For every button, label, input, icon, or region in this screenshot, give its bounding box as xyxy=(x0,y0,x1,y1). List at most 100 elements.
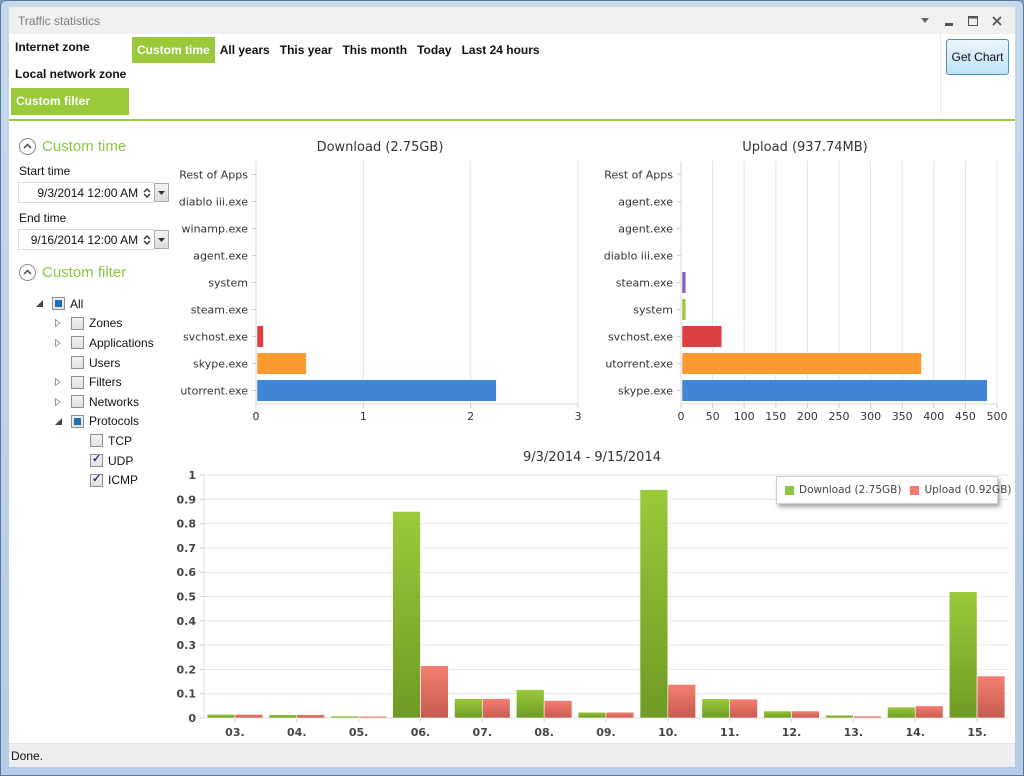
y-tick-label: agent.exe xyxy=(618,196,673,209)
y-tick-label: 0.7 xyxy=(177,542,197,555)
y-tick-label: utorrent.exe xyxy=(605,358,673,371)
upload-bar-09[interactable] xyxy=(605,711,635,719)
y-tick-label: skype.exe xyxy=(618,385,673,398)
charts-canvas: Download (2.75GB) 0 1 2 3 Rest of Apps diablo … xyxy=(177,140,1008,739)
menu-dropdown-button[interactable] xyxy=(913,10,937,32)
y-tick-label: diablo iii.exe xyxy=(179,196,248,209)
x-tick-label: 04. xyxy=(287,726,307,739)
upload-bar-05[interactable] xyxy=(358,715,387,719)
upload-bar-14[interactable] xyxy=(914,705,944,719)
x-tick-label: 150 xyxy=(765,410,786,423)
y-tick-label: svchost.exe xyxy=(608,331,673,344)
upload-bar-08[interactable] xyxy=(543,700,573,719)
y-tick-label: 0.3 xyxy=(177,639,197,652)
upload-bar-13[interactable] xyxy=(853,715,882,719)
legend-swatch-download xyxy=(785,485,794,495)
upload-bar-10[interactable] xyxy=(667,684,696,719)
x-tick-label: 50 xyxy=(706,410,720,423)
y-tick-label: winamp.exe xyxy=(182,223,249,236)
download-bar-06[interactable] xyxy=(392,511,421,719)
bar-skype.exe[interactable] xyxy=(681,379,988,402)
bar-utorrent.exe[interactable] xyxy=(256,379,497,402)
y-tick-label: Rest of Apps xyxy=(604,169,673,182)
upload-bar-03[interactable] xyxy=(234,714,264,719)
x-tick-label: 11. xyxy=(720,726,740,739)
x-tick-label: 0 xyxy=(253,410,260,423)
legend-item-upload[interactable]: Upload (0.92GB) xyxy=(910,484,1012,496)
y-tick-label: agent.exe xyxy=(618,223,673,236)
x-tick-label: 14. xyxy=(905,726,925,739)
upload-bar-15[interactable] xyxy=(976,675,1006,719)
maximize-button[interactable] xyxy=(961,10,985,32)
y-tick-label: skype.exe xyxy=(193,358,248,371)
download-bar-14[interactable] xyxy=(887,706,916,719)
y-tick-label: 1 xyxy=(188,469,196,482)
bar-utorrent.exe[interactable] xyxy=(681,352,922,375)
legend-label-download: Download (2.75GB) xyxy=(799,484,902,496)
app-window: Traffic statistics Internet zone Local n… xyxy=(0,0,1024,776)
maximize-icon xyxy=(968,15,978,26)
y-tick-label: 0.1 xyxy=(177,688,197,701)
y-tick-label: utorrent.exe xyxy=(180,385,248,398)
download-bar-13[interactable] xyxy=(825,714,854,719)
caret-down-icon xyxy=(921,18,929,23)
y-tick-label: agent.exe xyxy=(193,250,248,263)
x-tick-label: 0 xyxy=(678,410,685,423)
y-tick-label: 0.6 xyxy=(177,566,197,579)
download-bar-09[interactable] xyxy=(577,711,607,719)
download-bar-08[interactable] xyxy=(516,689,545,719)
x-tick-label: 03. xyxy=(225,726,245,739)
status-text: Done. xyxy=(11,748,44,763)
y-tick-label: system xyxy=(633,304,673,317)
bar-steam.exe[interactable] xyxy=(681,271,687,294)
client-area: Internet zone Local network zone Custom … xyxy=(9,34,1015,767)
chart-title: Download (2.75GB) xyxy=(317,140,444,155)
x-tick-label: 350 xyxy=(892,410,913,423)
close-button[interactable] xyxy=(985,10,1009,32)
download-bar-11[interactable] xyxy=(701,698,730,719)
y-tick-label: svchost.exe xyxy=(183,331,248,344)
upload-bar-04[interactable] xyxy=(296,714,325,719)
legend-swatch-upload xyxy=(910,485,920,495)
chart-title: 9/3/2014 - 9/15/2014 xyxy=(523,450,661,465)
chart-legend: Download (2.75GB) Upload (0.92GB) xyxy=(776,476,1012,504)
legend-label-upload: Upload (0.92GB) xyxy=(924,484,1012,496)
upload-bar-06[interactable] xyxy=(420,665,449,719)
upload-bar-12[interactable] xyxy=(791,710,820,719)
title-bar[interactable]: Traffic statistics xyxy=(9,7,1015,34)
x-tick-label: 15. xyxy=(967,726,987,739)
upload-bar-11[interactable] xyxy=(729,698,758,719)
x-tick-label: 13. xyxy=(844,726,864,739)
x-tick-label: 12. xyxy=(782,726,802,739)
status-bar: Done. xyxy=(9,743,1015,767)
bar-system[interactable] xyxy=(681,298,687,321)
bar-svchost.exe[interactable] xyxy=(681,325,723,348)
download-bar-12[interactable] xyxy=(763,710,792,719)
upload-bar-07[interactable] xyxy=(482,698,511,719)
x-tick-label: 06. xyxy=(411,726,431,739)
minimize-button[interactable] xyxy=(937,10,961,32)
x-tick-label: 250 xyxy=(829,410,850,423)
legend-item-download[interactable]: Download (2.75GB) xyxy=(785,484,901,496)
download-bar-05[interactable] xyxy=(330,715,359,719)
download-bar-04[interactable] xyxy=(268,714,298,719)
download-bar-15[interactable] xyxy=(948,591,978,719)
bar-skype.exe[interactable] xyxy=(256,352,307,375)
x-tick-label: 500 xyxy=(987,410,1008,423)
y-tick-label: 0.4 xyxy=(177,615,197,628)
x-tick-label: 3 xyxy=(575,410,582,423)
bar-svchost.exe[interactable] xyxy=(256,325,264,348)
window-title: Traffic statistics xyxy=(18,13,101,28)
y-tick-label: 0.2 xyxy=(177,663,197,676)
x-tick-label: 2 xyxy=(467,410,474,423)
close-icon xyxy=(992,15,1002,26)
x-tick-label: 09. xyxy=(596,726,616,739)
download-bar-03[interactable] xyxy=(206,714,236,719)
download-bar-07[interactable] xyxy=(454,698,483,719)
y-tick-label: 0.5 xyxy=(177,591,197,604)
y-tick-label: 0.9 xyxy=(177,493,197,506)
minimize-icon xyxy=(945,22,953,26)
y-tick-label: system xyxy=(208,277,248,290)
x-tick-label: 1 xyxy=(360,410,367,423)
download-bar-10[interactable] xyxy=(639,489,669,719)
